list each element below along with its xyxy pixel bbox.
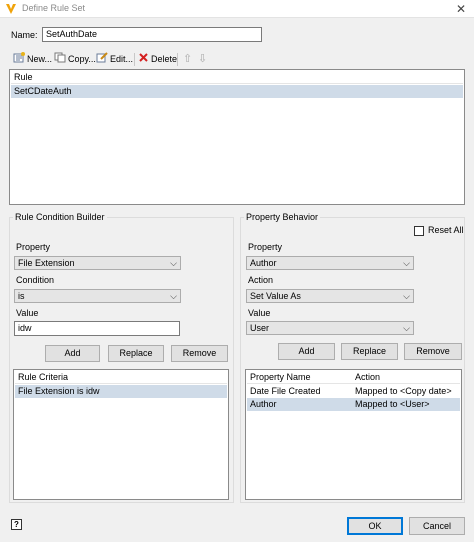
replace-behavior-button[interactable]: Replace [341,343,398,360]
table-header: Property Name Action [247,371,460,384]
copy-label: Copy... [68,54,96,64]
cancel-button[interactable]: Cancel [409,517,465,535]
rule-list[interactable]: Rule SetCDateAuth [9,69,465,205]
help-icon[interactable]: ? [11,519,22,530]
delete-button[interactable]: Delete [138,52,177,66]
replace-criteria-button[interactable]: Replace [108,345,164,362]
behavior-value-value: User [250,323,270,333]
list-item[interactable]: File Extension is idw [15,385,227,398]
name-label: Name: [11,30,38,40]
condition-select[interactable]: is ⌵ [14,289,181,303]
property-select[interactable]: File Extension ⌵ [14,256,181,270]
rule-list-header[interactable]: Rule [11,71,463,84]
table-cell: Author [250,399,277,409]
edit-icon [96,52,108,67]
ok-button[interactable]: OK [347,517,403,535]
value-input[interactable]: idw [14,321,180,336]
move-up-icon[interactable]: ⇧ [183,52,192,66]
name-input[interactable]: SetAuthDate [42,27,262,42]
action-select-value: Set Value As [250,291,301,301]
new-icon [13,52,25,67]
behavior-property-label: Property [248,242,283,252]
value-label: Value [16,308,39,318]
property-behavior-title: Property Behavior [244,212,321,222]
table-cell: Date File Created [250,386,321,396]
rule-condition-builder-title: Rule Condition Builder [13,212,107,222]
delete-label: Delete [151,54,178,64]
edit-label: Edit... [110,54,134,64]
edit-button[interactable]: Edit... [96,52,133,66]
window-title: Define Rule Set [22,3,86,13]
title-bar: Define Rule Set ✕ [0,0,474,18]
chevron-down-icon: ⌵ [403,258,410,268]
chevron-down-icon: ⌵ [170,258,177,268]
toolbar-separator [177,53,178,66]
table-cell: Mapped to <Copy date> [355,386,452,396]
table-row[interactable]: Author Mapped to <User> [247,398,460,411]
action-select[interactable]: Set Value As ⌵ [246,289,414,303]
list-item[interactable]: SetCDateAuth [11,85,463,98]
remove-behavior-button[interactable]: Remove [404,343,462,360]
copy-button[interactable]: Copy... [54,52,96,66]
app-logo-icon [5,3,17,15]
condition-label: Condition [16,275,55,285]
add-criteria-button[interactable]: Add [45,345,100,362]
checkbox-box[interactable] [414,226,424,236]
table-row[interactable]: Date File Created Mapped to <Copy date> [247,385,460,398]
behavior-value-label: Value [248,308,271,318]
behavior-property-value: Author [250,258,277,268]
column-header-property-name[interactable]: Property Name [250,372,311,382]
new-button[interactable]: New... [13,52,52,66]
rule-criteria-header[interactable]: Rule Criteria [15,371,227,384]
chevron-down-icon: ⌵ [403,323,410,333]
copy-icon [54,52,66,67]
delete-icon [138,52,149,67]
reset-all-label: Reset All [428,225,464,235]
property-label: Property [16,242,51,252]
chevron-down-icon: ⌵ [170,291,177,301]
rule-criteria-list[interactable]: Rule Criteria File Extension is idw [13,369,229,500]
property-select-value: File Extension [18,258,75,268]
table-cell: Mapped to <User> [355,399,430,409]
property-behavior-table[interactable]: Property Name Action Date File Created M… [245,369,462,500]
add-behavior-button[interactable]: Add [278,343,335,360]
column-header-action[interactable]: Action [355,371,380,384]
new-label: New... [27,54,53,64]
remove-criteria-button[interactable]: Remove [171,345,228,362]
behavior-value-select[interactable]: User ⌵ [246,321,414,335]
behavior-property-select[interactable]: Author ⌵ [246,256,414,270]
close-icon[interactable]: ✕ [454,2,468,16]
chevron-down-icon: ⌵ [403,291,410,301]
move-down-icon[interactable]: ⇩ [198,52,207,66]
action-label: Action [248,275,274,285]
condition-select-value: is [18,291,25,301]
toolbar-separator [134,53,135,66]
